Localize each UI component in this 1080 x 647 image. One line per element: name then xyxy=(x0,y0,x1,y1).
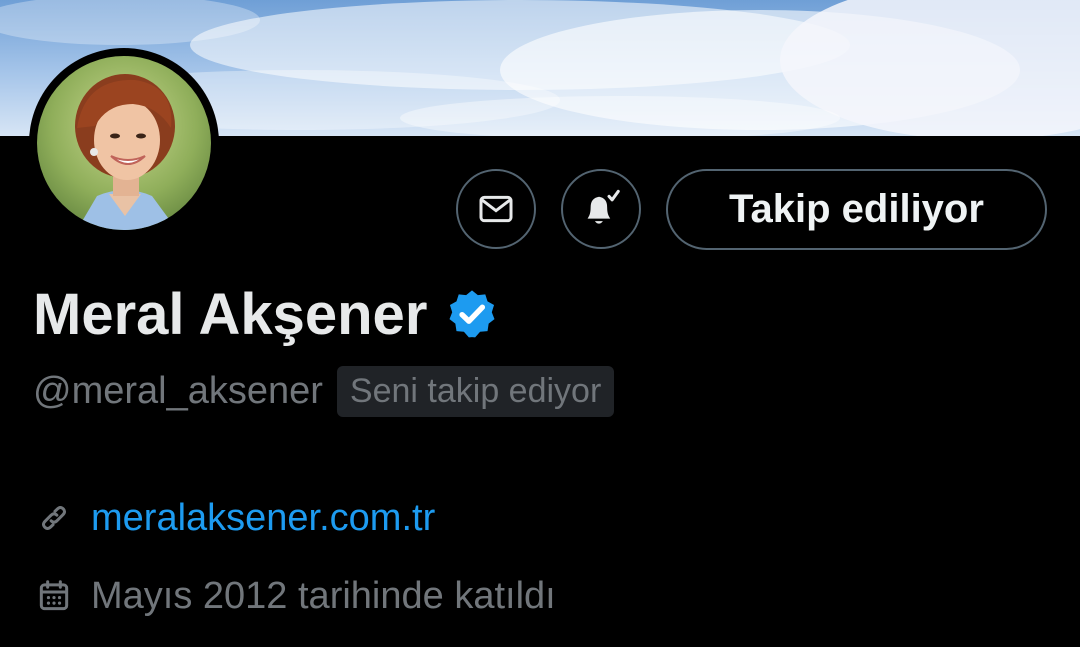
calendar-icon xyxy=(33,575,75,617)
joined-date: Mayıs 2012 tarihinde katıldı xyxy=(91,574,556,617)
bell-check-icon xyxy=(587,189,620,224)
profile-avatar[interactable] xyxy=(29,48,219,238)
link-icon xyxy=(33,497,75,539)
verified-badge-icon[interactable] xyxy=(445,287,499,341)
message-button[interactable] xyxy=(456,169,536,249)
website-link[interactable]: meralaksener.com.tr xyxy=(91,497,435,540)
profile-handle-row: @meral_aksener Seni takip ediyor xyxy=(33,362,615,420)
avatar-photo xyxy=(37,56,211,230)
display-name: Meral Akşener xyxy=(33,281,428,347)
notifications-button[interactable] xyxy=(561,169,641,249)
following-button[interactable]: Takip ediliyor xyxy=(666,169,1047,250)
following-button-label: Takip ediliyor xyxy=(729,187,984,231)
website-row: meralaksener.com.tr xyxy=(33,491,435,545)
profile-name-row: Meral Akşener xyxy=(33,278,499,350)
follows-you-badge: Seni takip ediyor xyxy=(336,365,615,417)
user-handle: @meral_aksener xyxy=(33,369,323,412)
joined-date-row: Mayıs 2012 tarihinde katıldı xyxy=(33,569,556,623)
envelope-icon xyxy=(479,195,513,223)
